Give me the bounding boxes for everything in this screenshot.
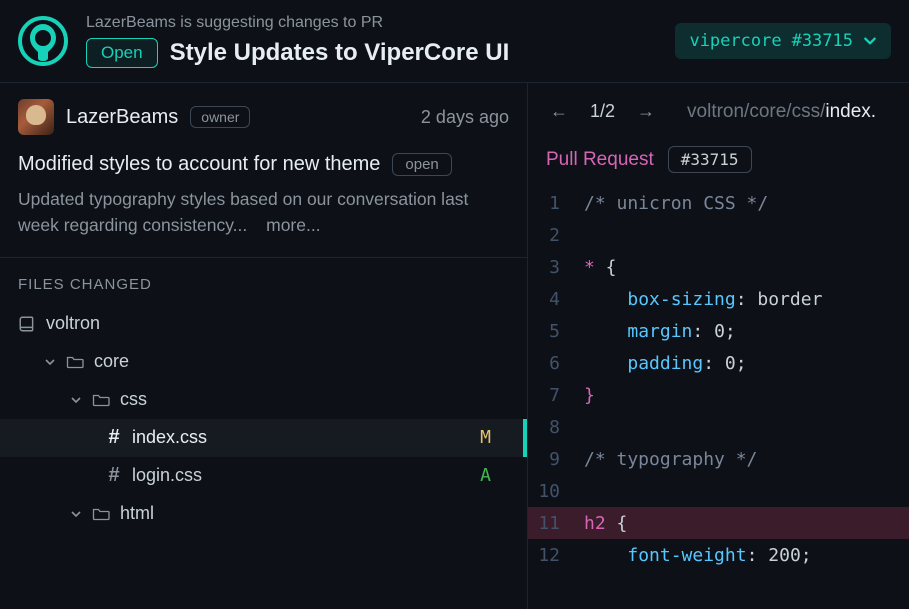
- tree-label: css: [120, 389, 147, 410]
- code-header: ← 1/2 → voltron/core/css/index.: [528, 83, 909, 140]
- code-line[interactable]: 11h2 {: [528, 507, 909, 539]
- code-content: /* typography */: [576, 449, 909, 470]
- line-number: 7: [528, 385, 576, 406]
- branch-selector[interactable]: vipercore #33715: [675, 23, 891, 59]
- code-content: padding: 0;: [576, 353, 909, 374]
- tree-file-login-css[interactable]: # login.css A: [0, 457, 527, 495]
- tree-repo[interactable]: voltron: [0, 305, 527, 343]
- file-counter: 1/2: [590, 101, 615, 122]
- line-number: 6: [528, 353, 576, 374]
- code-panel: ← 1/2 → voltron/core/css/index. Pull Req…: [528, 83, 909, 609]
- commit-description: Updated typography styles based on our c…: [18, 189, 468, 235]
- pr-title: Style Updates to ViperCore UI: [170, 39, 510, 67]
- file-icon: #: [106, 426, 122, 449]
- tree-file-index-css[interactable]: # index.css M: [0, 419, 527, 457]
- line-number: 11: [528, 513, 576, 534]
- code-line[interactable]: 9/* typography */: [528, 443, 909, 475]
- commit-title: Modified styles to account for new theme: [18, 153, 380, 176]
- tree-folder-html[interactable]: html: [0, 495, 527, 533]
- code-area[interactable]: 1/* unicron CSS */23* {4 box-sizing: bor…: [528, 187, 909, 609]
- app-logo-icon: [18, 16, 68, 66]
- file-icon: #: [106, 464, 122, 487]
- tree-label: voltron: [46, 313, 100, 334]
- role-badge: owner: [190, 106, 250, 128]
- code-line[interactable]: 2: [528, 219, 909, 251]
- branch-name: vipercore: [689, 31, 781, 51]
- tree-label: html: [120, 503, 154, 524]
- prev-file-button[interactable]: ←: [546, 99, 572, 124]
- folder-icon: [92, 392, 110, 408]
- line-number: 5: [528, 321, 576, 342]
- chevron-down-icon: [863, 34, 877, 48]
- code-line[interactable]: 5 margin: 0;: [528, 315, 909, 347]
- author-name: LazerBeams: [66, 106, 178, 129]
- code-line[interactable]: 12 font-weight: 200;: [528, 539, 909, 571]
- tree-folder-core[interactable]: core: [0, 343, 527, 381]
- line-number: 8: [528, 417, 576, 438]
- header: LazerBeams is suggesting changes to PR O…: [0, 0, 909, 83]
- tree-label: login.css: [132, 465, 202, 486]
- code-line[interactable]: 6 padding: 0;: [528, 347, 909, 379]
- files-changed-section: FILES CHANGED voltron core: [0, 258, 527, 609]
- folder-icon: [92, 506, 110, 522]
- tree-label: index.css: [132, 427, 207, 448]
- chevron-down-icon: [44, 356, 56, 368]
- tree-label: core: [94, 351, 129, 372]
- chevron-down-icon: [70, 508, 82, 520]
- code-line[interactable]: 1/* unicron CSS */: [528, 187, 909, 219]
- code-line[interactable]: 3* {: [528, 251, 909, 283]
- file-tree: voltron core css: [0, 305, 527, 533]
- avatar[interactable]: [18, 99, 54, 135]
- more-link[interactable]: more...: [266, 215, 320, 235]
- pull-request-number[interactable]: #33715: [668, 146, 752, 173]
- file-path: voltron/core/css/index.: [687, 101, 876, 123]
- pull-request-label: Pull Request: [546, 149, 654, 171]
- code-line[interactable]: 4 box-sizing: border: [528, 283, 909, 315]
- line-number: 4: [528, 289, 576, 310]
- commit-summary: Modified styles to account for new theme…: [0, 145, 527, 258]
- code-line[interactable]: 7}: [528, 379, 909, 411]
- code-line[interactable]: 10: [528, 475, 909, 507]
- line-number: 2: [528, 225, 576, 246]
- chevron-down-icon: [70, 394, 82, 406]
- folder-icon: [66, 354, 84, 370]
- next-file-button[interactable]: →: [633, 99, 659, 124]
- branch-number: #33715: [792, 31, 853, 51]
- tree-folder-css[interactable]: css: [0, 381, 527, 419]
- left-panel: LazerBeams owner 2 days ago Modified sty…: [0, 83, 528, 609]
- timestamp: 2 days ago: [421, 107, 509, 128]
- line-number: 3: [528, 257, 576, 278]
- code-content: /* unicron CSS */: [576, 193, 909, 214]
- code-content: font-weight: 200;: [576, 545, 909, 566]
- files-heading: FILES CHANGED: [0, 276, 527, 305]
- commit-status-badge: open: [392, 153, 451, 176]
- line-number: 10: [528, 481, 576, 502]
- code-content: box-sizing: border: [576, 289, 909, 310]
- line-number: 12: [528, 545, 576, 566]
- code-content: * {: [576, 257, 909, 278]
- code-content: h2 {: [576, 513, 909, 534]
- line-number: 1: [528, 193, 576, 214]
- file-status-added: A: [480, 465, 509, 486]
- author-row: LazerBeams owner 2 days ago: [0, 83, 527, 145]
- code-content: margin: 0;: [576, 321, 909, 342]
- file-status-modified: M: [480, 427, 509, 448]
- code-content: }: [576, 385, 909, 406]
- pr-state-badge: Open: [86, 38, 158, 68]
- code-line[interactable]: 8: [528, 411, 909, 443]
- suggest-line: LazerBeams is suggesting changes to PR: [86, 14, 657, 32]
- line-number: 9: [528, 449, 576, 470]
- repo-icon: [18, 315, 36, 333]
